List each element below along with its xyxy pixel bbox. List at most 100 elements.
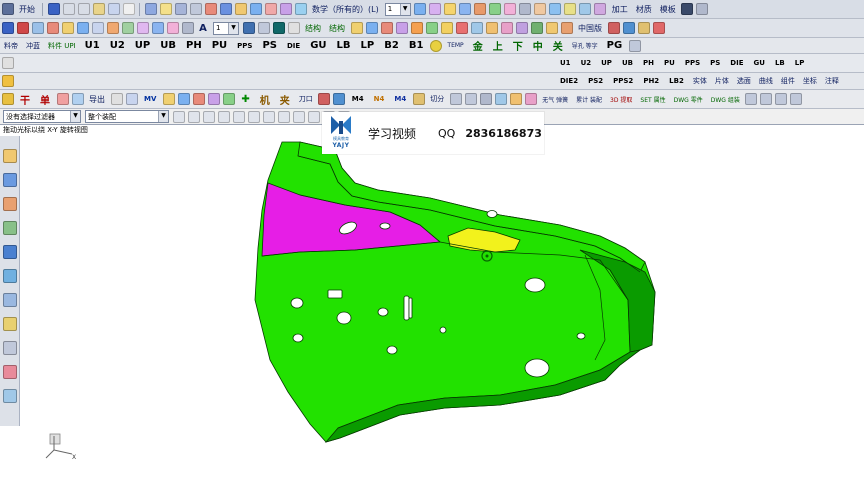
blue-flag-icon[interactable] xyxy=(622,22,635,34)
redo-icon[interactable] xyxy=(77,3,90,15)
select-solid-button[interactable]: 实体 xyxy=(690,74,710,89)
mirror-icon[interactable] xyxy=(181,22,194,34)
line-width-icon[interactable] xyxy=(257,22,270,34)
grid-icon[interactable] xyxy=(549,3,562,15)
line-color-icon[interactable] xyxy=(242,22,255,34)
code-pu-button[interactable]: PU xyxy=(208,38,231,53)
window-a-icon[interactable] xyxy=(745,93,758,105)
alert-icon[interactable] xyxy=(652,22,665,34)
tool-palette-icon[interactable] xyxy=(1,93,14,105)
edge-icon[interactable] xyxy=(425,22,438,34)
analysis-icon[interactable] xyxy=(504,3,517,15)
guide-hole-button[interactable]: 导孔 等字 xyxy=(569,38,601,53)
edit-object-icon[interactable] xyxy=(287,22,300,34)
accumulate-assembly-button[interactable]: 累计 装配 xyxy=(573,92,605,107)
note-text[interactable]: 数学（所有的）(L) xyxy=(309,2,382,17)
code3-pps2-button[interactable]: PPS2 xyxy=(609,74,637,89)
part-icon[interactable] xyxy=(56,93,69,105)
constraint-navigator-icon[interactable] xyxy=(2,173,17,187)
code2-ph-button[interactable]: PH xyxy=(639,56,658,71)
arrow-down-icon[interactable] xyxy=(464,93,477,105)
code-die-button[interactable]: DIE xyxy=(283,38,304,53)
red-flag-icon[interactable] xyxy=(607,22,620,34)
code-lp-button[interactable]: LP xyxy=(357,38,379,53)
snap-icon[interactable] xyxy=(564,3,577,15)
text-style-button[interactable]: A xyxy=(196,21,210,36)
delete-icon[interactable] xyxy=(380,22,393,34)
settings-icon[interactable] xyxy=(534,3,547,15)
select-component-button[interactable]: 组件 xyxy=(778,74,798,89)
more-arrow-icon[interactable] xyxy=(628,39,641,52)
structure-button-2[interactable]: 结构 xyxy=(326,21,348,36)
guan-button[interactable]: 关 xyxy=(549,38,567,53)
jin-button[interactable]: 金 xyxy=(469,38,487,53)
processing-button[interactable]: 加工 xyxy=(609,2,631,17)
extract-3d-button[interactable]: 3D 提取 xyxy=(607,92,635,107)
pencil-icon[interactable] xyxy=(1,75,14,87)
ji-button[interactable]: 机 xyxy=(256,92,274,107)
shang-button[interactable]: 上 xyxy=(489,38,507,53)
ring-icon[interactable] xyxy=(429,39,442,52)
code2-die-button[interactable]: DIE xyxy=(726,56,747,71)
start-menu-button[interactable]: 开始 xyxy=(16,2,38,17)
code-ps-button[interactable]: PS xyxy=(258,38,281,53)
array-icon[interactable] xyxy=(222,93,235,105)
font-size-combo[interactable]: 1 ▼ xyxy=(213,21,239,35)
deselect-icon[interactable] xyxy=(187,110,200,123)
select-note-button[interactable]: 注释 xyxy=(822,74,842,89)
spline-icon[interactable] xyxy=(204,3,217,15)
sew-icon[interactable] xyxy=(294,3,307,15)
window-c-icon[interactable] xyxy=(775,93,788,105)
part-upi-button[interactable]: 料件 UPI xyxy=(45,38,79,53)
fit-icon[interactable] xyxy=(307,110,320,123)
new-part-icon[interactable] xyxy=(1,22,14,34)
copy-icon[interactable] xyxy=(107,3,120,15)
datum-axis-icon[interactable] xyxy=(31,22,44,34)
draft-icon[interactable] xyxy=(151,22,164,34)
code2-pu-button[interactable]: PU xyxy=(660,56,679,71)
sheet-icon[interactable] xyxy=(455,22,468,34)
plate-icon[interactable] xyxy=(515,22,528,34)
code2-pps-button[interactable]: PPS xyxy=(681,56,704,71)
gan-button[interactable]: 干 xyxy=(16,92,34,107)
snap-intersection-icon[interactable] xyxy=(262,110,275,123)
rectangle-select-icon[interactable] xyxy=(277,110,290,123)
bend-icon[interactable] xyxy=(333,93,346,105)
code2-u2-button[interactable]: U2 xyxy=(577,56,596,71)
scale-icon[interactable] xyxy=(207,93,220,105)
arrow-up-icon[interactable] xyxy=(449,93,462,105)
code-up-button[interactable]: UP xyxy=(131,38,154,53)
code-pps-button[interactable]: PPS xyxy=(233,38,256,53)
pg-button[interactable]: PG xyxy=(603,38,627,53)
part-navigator-icon[interactable] xyxy=(2,197,17,211)
select-all-icon[interactable] xyxy=(172,110,185,123)
sketch-icon[interactable] xyxy=(144,3,157,15)
rotate-icon[interactable] xyxy=(192,93,205,105)
structure-button-1[interactable]: 结构 xyxy=(302,21,324,36)
body-icon[interactable] xyxy=(395,22,408,34)
line-icon[interactable] xyxy=(174,3,187,15)
help-icon[interactable] xyxy=(681,3,694,15)
jia-button[interactable]: 夹 xyxy=(276,92,294,107)
move-icon[interactable] xyxy=(177,93,190,105)
snap-endpoint-icon[interactable] xyxy=(202,110,215,123)
code3-ph2-button[interactable]: PH2 xyxy=(639,74,663,89)
dan-button[interactable]: 单 xyxy=(36,92,54,107)
revolve-icon[interactable] xyxy=(249,3,262,15)
reuse-library-icon[interactable] xyxy=(2,221,17,235)
undo-icon[interactable] xyxy=(62,3,75,15)
code-ub-button[interactable]: UB xyxy=(156,38,180,53)
wave-icon[interactable] xyxy=(350,22,363,34)
render-icon[interactable] xyxy=(489,3,502,15)
filter-icon[interactable] xyxy=(579,3,592,15)
punch-library-button[interactable]: 冲蓝 xyxy=(23,38,43,53)
datum-csys-icon[interactable] xyxy=(46,22,59,34)
guide-icon[interactable] xyxy=(530,22,543,34)
system-scene-icon[interactable] xyxy=(2,389,17,403)
list-icon[interactable] xyxy=(71,93,84,105)
lasso-select-icon[interactable] xyxy=(292,110,305,123)
china-fit-button[interactable]: 中国版 xyxy=(575,21,605,36)
scope-select[interactable]: 整个装配 ▼ xyxy=(85,110,169,123)
code-lb-button[interactable]: LB xyxy=(333,38,355,53)
split-button[interactable]: 切分 xyxy=(427,92,447,107)
